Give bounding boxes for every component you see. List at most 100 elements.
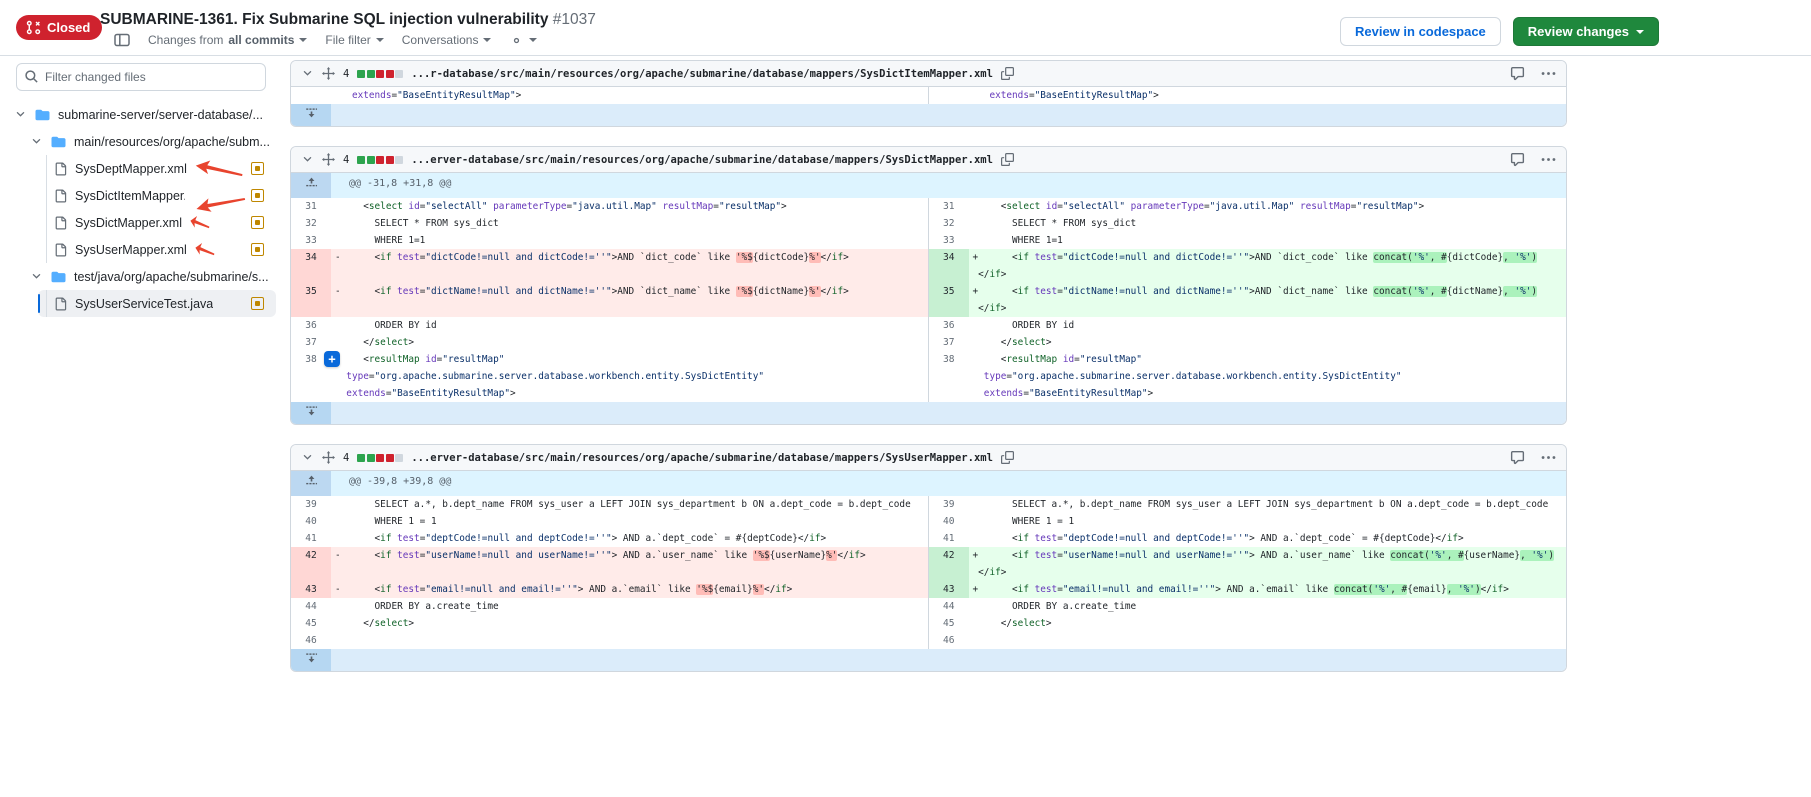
tree-item-label: SysDeptMapper.xml [75,162,187,176]
line-number-cell[interactable]: 32 [291,215,331,232]
drag-handle-icon[interactable] [322,153,335,166]
changes-from-menu[interactable]: Changes from all commits [148,33,307,47]
line-number-cell[interactable]: 31 [929,198,969,215]
line-number-cell[interactable]: 46 [929,632,969,649]
added-code-cell: + <if test="userName!=null and userName!… [969,547,1567,581]
line-number-cell[interactable]: 34 [291,249,331,283]
line-number-cell[interactable]: 41 [929,530,969,547]
hunk-expand-button[interactable] [291,173,331,198]
line-number-cell[interactable]: 41 [291,530,331,547]
expand-down-button[interactable] [291,402,331,424]
review-changes-button[interactable]: Review changes [1513,17,1659,46]
diff-sign [973,601,979,612]
tree-file-sysuserservicetest-java[interactable]: SysUserServiceTest.java [38,290,276,317]
file-icon [54,189,67,203]
line-number-cell[interactable]: 45 [929,615,969,632]
line-number-cell[interactable] [291,87,331,104]
tree-file-sysusermapper-xml[interactable]: SysUserMapper.xml [38,236,276,263]
line-number-cell[interactable]: 40 [929,513,969,530]
diffstat-square-del [376,454,384,462]
tree-folder-test-java-org-apache-submarine-s[interactable]: test/java/org/apache/submarine/s... [0,263,282,290]
modified-file-icon [251,243,264,256]
diff-sign [973,201,979,212]
comment-icon[interactable] [1510,450,1525,465]
review-in-codespace-button[interactable]: Review in codespace [1340,17,1501,46]
code-cell: WHERE 1 = 1 [331,513,929,530]
filter-changed-files-input[interactable] [16,63,266,91]
file-filter-menu[interactable]: File filter [325,33,383,47]
conversations-menu[interactable]: Conversations [402,33,492,47]
pr-status-badge: Closed [16,15,102,40]
collapse-file-icon[interactable] [301,153,314,166]
file-header-actions [1510,66,1556,81]
code-cell: </select> [969,615,1567,632]
expand-row [291,402,1566,424]
diff-line-row: extends="BaseEntityResultMap"> extends="… [291,87,1566,104]
line-number-cell[interactable]: 37 [929,334,969,351]
line-number-cell[interactable]: 40 [291,513,331,530]
tree-file-sysdictmapper-xml[interactable]: SysDictMapper.xml [38,209,276,236]
diff-line-row: 46 46 [291,632,1566,649]
line-number-cell[interactable]: 31 [291,198,331,215]
diff-settings-menu[interactable] [509,33,537,48]
line-number-cell[interactable]: 42 [291,547,331,581]
diff-sign [973,354,979,365]
code-cell [969,632,1567,649]
tree-folder-submarine-server-server-database[interactable]: submarine-server/server-database/... [0,101,282,128]
line-number-cell[interactable]: 45 [291,615,331,632]
line-number-cell[interactable]: 42 [929,547,969,581]
line-number-cell[interactable]: 44 [291,598,331,615]
code-cell: extends="BaseEntityResultMap"> [969,87,1567,104]
line-number-cell[interactable]: 38+ [291,351,331,402]
expand-down-button[interactable] [291,104,331,126]
line-number-cell[interactable]: 43 [291,581,331,598]
kebab-menu-button[interactable] [1541,450,1556,465]
copy-path-button[interactable] [1001,451,1014,464]
line-number-cell[interactable]: 44 [929,598,969,615]
line-number-cell[interactable]: 43 [929,581,969,598]
deleted-code-cell: - <if test="dictCode!=null and dictCode!… [331,249,929,283]
line-number-cell[interactable]: 33 [291,232,331,249]
changes-count: 4 [343,452,349,464]
line-number-cell[interactable]: 34 [929,249,969,283]
search-icon [24,69,39,89]
tree-folder-main-resources-org-apache-subm[interactable]: main/resources/org/apache/subm... [0,128,282,155]
pr-number: #1037 [553,11,596,28]
sidebar-toggle-button[interactable] [114,32,130,48]
line-number-cell[interactable]: 37 [291,334,331,351]
collapse-file-icon[interactable] [301,451,314,464]
file-path: ...erver-database/src/main/resources/org… [411,452,993,464]
kebab-menu-button[interactable] [1541,66,1556,81]
add-comment-button[interactable]: + [324,351,340,367]
line-number-cell[interactable]: 46 [291,632,331,649]
diff-table: @@ -39,8 +39,8 @@39 SELECT a.*, b.dept_n… [291,471,1566,671]
drag-handle-icon[interactable] [322,451,335,464]
comment-icon[interactable] [1510,66,1525,81]
drag-handle-icon[interactable] [322,67,335,80]
diffstat-square-add [357,156,365,164]
collapse-file-icon[interactable] [301,67,314,80]
changes-from-label: Changes from [148,33,223,47]
comment-icon[interactable] [1510,152,1525,167]
diffstat-square-neutral [395,70,403,78]
line-number-cell[interactable]: 39 [291,496,331,513]
tree-file-sysdictitemmapper-xml[interactable]: SysDictItemMapper.xml [38,182,276,209]
line-number-cell[interactable]: 36 [929,317,969,334]
copy-path-button[interactable] [1001,153,1014,166]
pr-header: Closed SUBMARINE-1361. Fix Submarine SQL… [0,0,1811,56]
kebab-menu-button[interactable] [1541,152,1556,167]
diffstat-square-del [386,156,394,164]
line-number-cell[interactable]: 32 [929,215,969,232]
expand-down-button[interactable] [291,649,331,671]
tree-file-sysdeptmapper-xml[interactable]: SysDeptMapper.xml [38,155,276,182]
line-number-cell[interactable]: 36 [291,317,331,334]
line-number-cell[interactable]: 35 [929,283,969,317]
hunk-expand-button[interactable] [291,471,331,496]
line-number-cell[interactable]: 38 [929,351,969,402]
line-number-cell[interactable] [929,87,969,104]
line-number-cell[interactable]: 35 [291,283,331,317]
line-number-cell[interactable]: 39 [929,496,969,513]
line-number-cell[interactable]: 33 [929,232,969,249]
chevron-down-icon [1636,30,1644,34]
copy-path-button[interactable] [1001,67,1014,80]
